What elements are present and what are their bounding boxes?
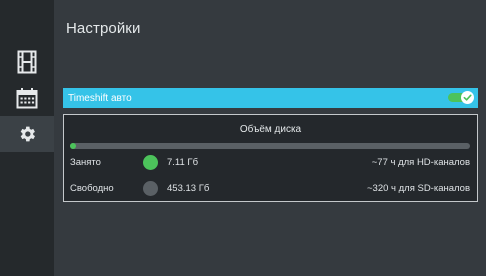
disk-used-size: 7.11 Гб (167, 157, 199, 168)
page-title: Настройки (66, 20, 141, 37)
sidebar-item-schedule[interactable] (0, 80, 54, 116)
disk-usage-title: Объём диска (239, 124, 302, 135)
disk-usage-panel: Объём диска Занято 7.11 Гб ~77 ч для HD-… (63, 114, 478, 202)
settings-panel: Настройки Timeshift авто Объём диска Зан… (54, 0, 486, 276)
calendar-icon (16, 87, 38, 109)
film-icon (17, 50, 37, 74)
toggle-knob (461, 91, 474, 104)
disk-used-hours: ~77 ч для HD-каналов (371, 157, 470, 168)
sidebar (0, 0, 54, 276)
check-icon (463, 89, 472, 107)
disk-free-hours: ~320 ч для SD-каналов (366, 183, 470, 194)
timeshift-auto-label: Timeshift авто (68, 92, 132, 104)
disk-free-row: Свободно 453.13 Гб ~320 ч для SD-каналов (70, 181, 470, 197)
disk-free-label: Свободно (70, 183, 114, 194)
disk-usage-bar (70, 143, 470, 149)
free-legend-dot (143, 181, 158, 196)
disk-free-size: 453.13 Гб (167, 183, 210, 194)
sidebar-item-movies[interactable] (0, 44, 54, 80)
disk-used-row: Занято 7.11 Гб ~77 ч для HD-каналов (70, 155, 470, 171)
disk-usage-bar-fill (70, 143, 76, 149)
used-legend-dot (143, 155, 158, 170)
timeshift-auto-toggle[interactable] (448, 91, 474, 104)
timeshift-auto-row[interactable]: Timeshift авто (63, 88, 478, 108)
sidebar-item-settings[interactable] (0, 116, 54, 152)
disk-used-label: Занято (70, 157, 101, 168)
gear-icon (17, 124, 37, 144)
